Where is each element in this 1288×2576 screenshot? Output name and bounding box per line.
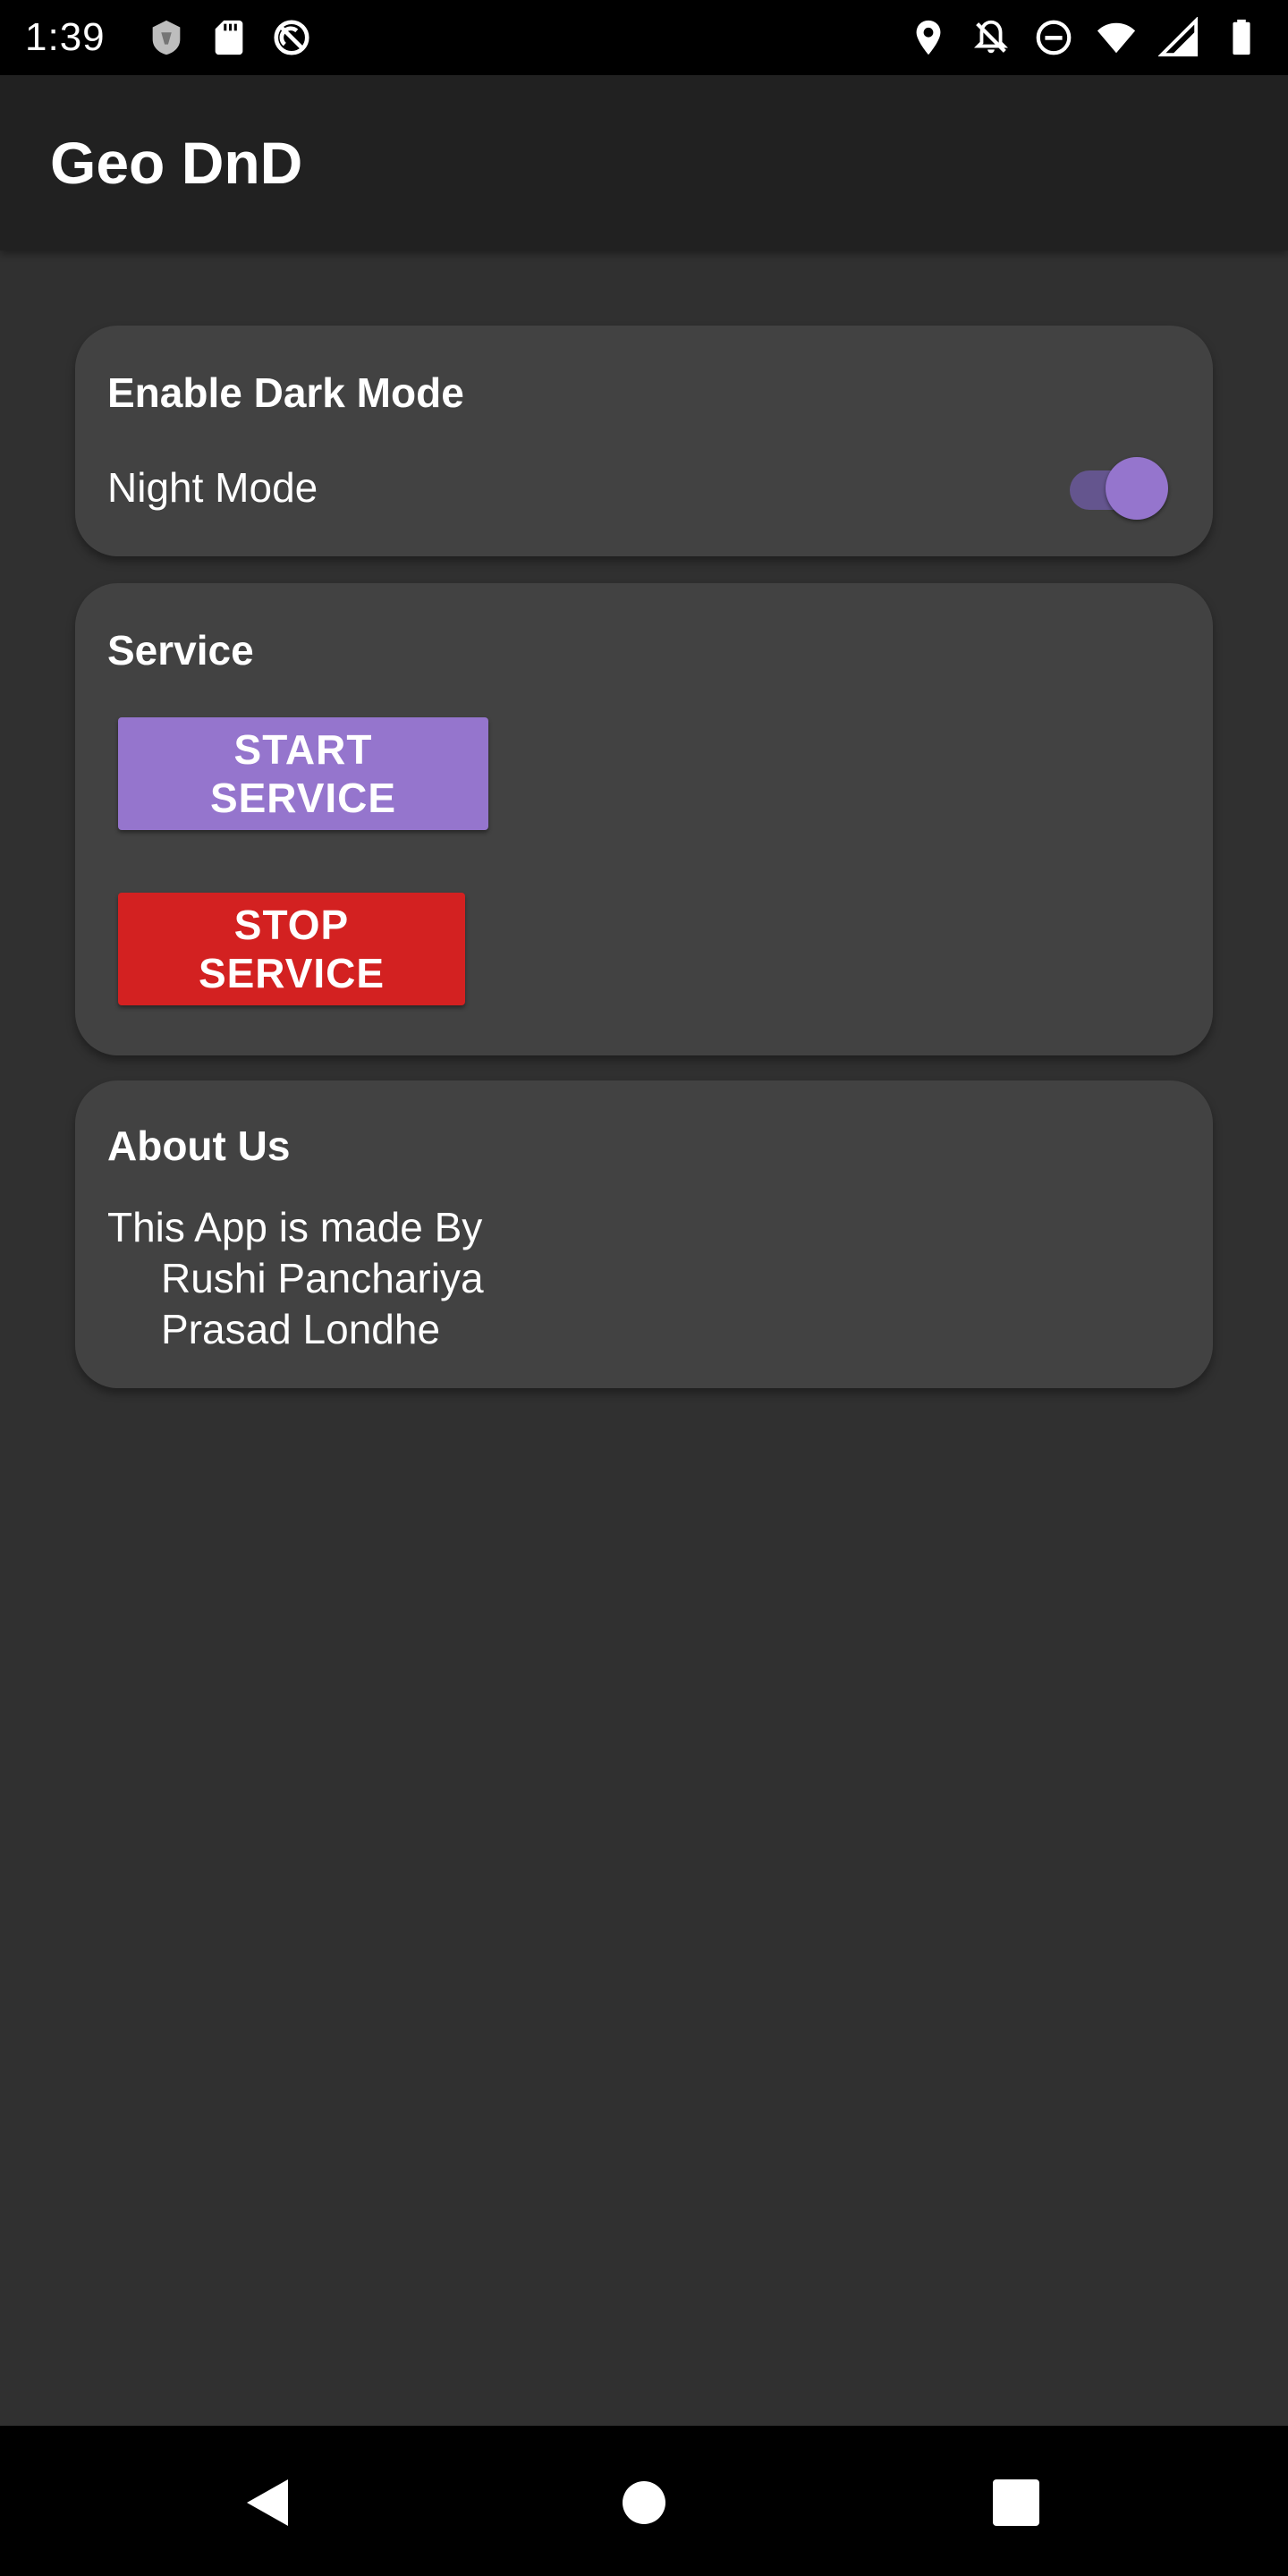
stop-service-button[interactable]: STOP SERVICE bbox=[118, 893, 465, 1005]
about-intro-line: This App is made By bbox=[107, 1204, 483, 1250]
about-card: About Us This App is made By Rushi Panch… bbox=[75, 1080, 1213, 1388]
service-card-title: Service bbox=[107, 627, 254, 674]
navigation-bar bbox=[0, 2426, 1288, 2576]
about-card-title: About Us bbox=[107, 1123, 291, 1169]
dark-mode-card: Enable Dark Mode Night Mode bbox=[75, 326, 1213, 556]
app-bar: Geo DnD bbox=[0, 75, 1288, 250]
night-mode-label: Night Mode bbox=[107, 464, 318, 511]
battery-icon bbox=[1220, 16, 1263, 59]
location-icon bbox=[907, 16, 950, 59]
author-name: Rushi Panchariya bbox=[161, 1255, 484, 1301]
notifications-off-icon bbox=[970, 16, 1013, 59]
do-not-disturb-icon bbox=[1032, 16, 1075, 59]
wifi-icon bbox=[1095, 16, 1138, 59]
dark-mode-card-title: Enable Dark Mode bbox=[107, 369, 464, 416]
status-left: 1:39 bbox=[25, 15, 313, 60]
start-service-button[interactable]: START SERVICE bbox=[118, 717, 488, 830]
app-title: Geo DnD bbox=[50, 130, 303, 196]
recents-icon[interactable] bbox=[989, 2476, 1043, 2529]
status-right bbox=[907, 16, 1263, 59]
service-card: Service START SERVICE STOP SERVICE bbox=[75, 583, 1213, 1055]
vpn-shield-icon bbox=[145, 16, 188, 59]
switch-thumb bbox=[1106, 457, 1168, 520]
sd-card-icon bbox=[208, 16, 250, 59]
home-icon[interactable] bbox=[617, 2476, 671, 2529]
author-name: Prasad Londhe bbox=[161, 1306, 441, 1352]
main-content: Enable Dark Mode Night Mode Service STAR… bbox=[0, 250, 1288, 2426]
about-text: This App is made By Rushi Panchariya Pra… bbox=[107, 1202, 484, 1355]
status-clock: 1:39 bbox=[25, 15, 106, 59]
no-sync-icon bbox=[270, 16, 313, 59]
status-bar: 1:39 bbox=[0, 0, 1288, 75]
night-mode-switch[interactable] bbox=[1064, 453, 1172, 520]
cell-signal-icon bbox=[1157, 16, 1200, 59]
back-icon[interactable] bbox=[242, 2476, 295, 2529]
